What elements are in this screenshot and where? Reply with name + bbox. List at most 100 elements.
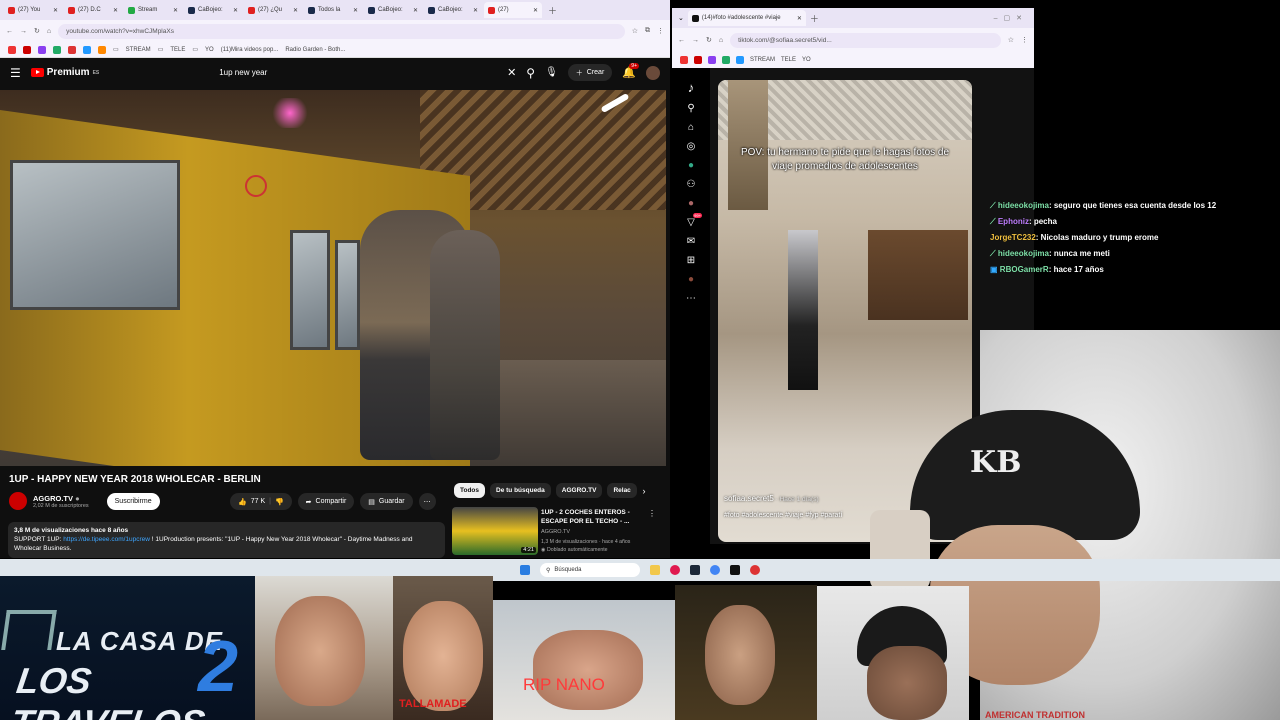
clear-search-icon[interactable]: ✕ xyxy=(507,66,516,79)
tab-tiktok[interactable]: (14)#foto #adolescente #viaje ✕ xyxy=(687,10,806,26)
chevron-right-icon[interactable]: › xyxy=(642,486,645,496)
close-tab-icon[interactable]: ✕ xyxy=(797,15,802,22)
bookmark-icon[interactable] xyxy=(8,45,16,54)
chip-related[interactable]: Relac xyxy=(607,483,638,498)
file-explorer-icon[interactable] xyxy=(650,565,660,575)
reload-icon[interactable]: ↻ xyxy=(706,36,712,44)
bookmark-stream[interactable]: STREAM xyxy=(126,47,151,53)
notifications-icon[interactable]: 🔔 9+ xyxy=(622,63,639,79)
browser-tab[interactable]: (27) ¿Qu ✕ xyxy=(244,2,302,18)
bookmark-stream[interactable]: STREAM xyxy=(750,57,775,63)
forward-icon[interactable]: → xyxy=(20,28,27,35)
back-icon[interactable]: ← xyxy=(6,28,13,35)
home-icon[interactable]: ⌂ xyxy=(688,122,694,133)
desc-link[interactable]: https://de.tipeee.com/1upcrew xyxy=(63,536,150,543)
close-tab-icon[interactable]: ✕ xyxy=(413,7,418,14)
upload-icon[interactable]: ⊞ xyxy=(687,255,695,266)
description-box[interactable]: 3,8 M de visualizaciones hace 8 años SUP… xyxy=(8,522,445,558)
more-actions-button[interactable]: ⋯ xyxy=(418,493,436,510)
chrome-icon[interactable] xyxy=(710,565,720,575)
thumbs-down-icon[interactable]: 👎 xyxy=(275,498,284,506)
tab-list-icon[interactable]: ⌄ xyxy=(678,14,684,22)
following-icon[interactable]: ⚇ xyxy=(687,179,696,190)
reload-icon[interactable]: ↻ xyxy=(34,27,40,35)
bookmark-icon[interactable] xyxy=(83,45,91,54)
browser-tab[interactable]: Todos la ✕ xyxy=(304,2,362,18)
search-input[interactable]: 1up new year xyxy=(209,63,497,83)
explore-icon[interactable]: ◎ xyxy=(687,141,696,152)
youtube-bookmark-icon[interactable] xyxy=(694,56,702,64)
new-tab-icon[interactable]: ＋ xyxy=(810,12,819,25)
browser-tab[interactable]: CaBojeo: ✕ xyxy=(184,2,242,18)
friends-icon[interactable]: ● xyxy=(688,198,694,209)
chip-all[interactable]: Todos xyxy=(454,483,486,498)
chip-search[interactable]: De tu búsqueda xyxy=(490,483,551,498)
home-icon[interactable]: ⌂ xyxy=(719,37,723,44)
bookmark-icon[interactable] xyxy=(68,45,76,54)
chip-channel[interactable]: AGGRO.TV xyxy=(555,483,603,498)
menu-icon[interactable]: ⋮ xyxy=(657,27,664,35)
bookmark-icon[interactable] xyxy=(722,56,730,64)
bookmark-icon[interactable] xyxy=(98,45,106,54)
activity-icon[interactable]: ▽ 99+ xyxy=(687,213,702,228)
browser-tab[interactable]: (27) You ✕ xyxy=(4,2,62,18)
close-tab-icon[interactable]: ✕ xyxy=(293,7,298,14)
star-icon[interactable]: ☆ xyxy=(632,27,638,35)
back-icon[interactable]: ← xyxy=(678,37,685,44)
video-player[interactable] xyxy=(0,90,666,466)
app-icon[interactable] xyxy=(670,565,680,575)
close-tab-icon[interactable]: ✕ xyxy=(113,7,118,14)
close-tab-icon[interactable]: ✕ xyxy=(173,7,178,14)
hamburger-icon[interactable]: ☰ xyxy=(10,66,21,80)
author-name[interactable]: sofiaa.secret5 xyxy=(724,494,774,503)
windows-start-icon[interactable] xyxy=(520,565,530,575)
recommended-video[interactable]: 4:21 1UP - 2 COCHES ENTEROS - ESCAPE POR… xyxy=(452,507,662,557)
bookmark-tele[interactable]: TELE xyxy=(170,47,185,53)
home-icon[interactable]: ⌂ xyxy=(47,28,51,35)
user-avatar[interactable] xyxy=(646,65,660,80)
new-tab-icon[interactable]: ＋ xyxy=(548,4,557,17)
bookmark-icon[interactable] xyxy=(53,45,61,54)
app-icon[interactable] xyxy=(750,565,760,575)
browser-tab[interactable]: CaBojeo: ✕ xyxy=(364,2,422,18)
bookmark-icon[interactable] xyxy=(736,56,744,64)
save-button[interactable]: ▤ Guardar xyxy=(360,493,413,510)
close-tab-icon[interactable]: ✕ xyxy=(353,7,358,14)
youtube-bookmark-icon[interactable] xyxy=(23,45,31,54)
twitch-bookmark-icon[interactable] xyxy=(38,45,46,54)
taskbar-search[interactable]: ⚲ Búsqueda xyxy=(540,563,640,577)
live-icon[interactable]: ● xyxy=(688,160,694,171)
tiktok-logo-icon[interactable]: ♪ xyxy=(688,80,695,95)
bookmark-yo[interactable]: YO xyxy=(205,47,214,53)
browser-tab[interactable]: Stream ✕ xyxy=(124,2,182,18)
extensions-icon[interactable]: ⧉ xyxy=(645,27,650,35)
more-icon[interactable]: ⋯ xyxy=(686,293,696,304)
channel-avatar[interactable] xyxy=(9,492,27,510)
like-button[interactable]: 👍 77 K | 👎 xyxy=(230,493,292,510)
youtube-logo[interactable]: Premium ES xyxy=(30,67,99,78)
bookmark-yo[interactable]: YO xyxy=(802,57,811,63)
bookmark-radio[interactable]: Radio Garden - Both... xyxy=(285,47,345,53)
rec-menu-icon[interactable]: ⋮ xyxy=(648,509,656,518)
close-tab-icon[interactable]: ✕ xyxy=(533,7,538,14)
search-icon[interactable]: ⚲ xyxy=(687,103,694,114)
create-button[interactable]: ＋ Crear xyxy=(567,64,613,81)
close-tab-icon[interactable]: ✕ xyxy=(233,7,238,14)
browser-tab[interactable]: CaBojeo: ✕ xyxy=(424,2,482,18)
url-field[interactable]: tiktok.com/@sofiaa.secret5/vid... xyxy=(730,32,1001,48)
close-tab-icon[interactable]: ✕ xyxy=(53,7,58,14)
close-tab-icon[interactable]: ✕ xyxy=(473,7,478,14)
channel-name-row[interactable]: AGGRO.TV ● xyxy=(33,494,89,503)
microphone-icon[interactable]: 🎙 xyxy=(545,67,558,78)
search-icon[interactable]: ⚲ xyxy=(526,66,535,80)
bookmark-videos[interactable]: (11)Mira videos pop... xyxy=(221,47,279,53)
menu-icon[interactable]: ⋮ xyxy=(1021,36,1028,44)
twitch-bookmark-icon[interactable] xyxy=(708,56,716,64)
hashtags[interactable]: #foto #adolescente #viaje #fyp #paratí xyxy=(724,512,842,519)
profile-icon[interactable]: ● xyxy=(688,274,694,285)
app-icon[interactable] xyxy=(730,565,740,575)
star-icon[interactable]: ☆ xyxy=(1008,36,1014,44)
forward-icon[interactable]: → xyxy=(692,37,699,44)
browser-tab[interactable]: (27) ✕ xyxy=(484,2,542,18)
window-controls[interactable]: –▢✕ xyxy=(994,14,1034,22)
